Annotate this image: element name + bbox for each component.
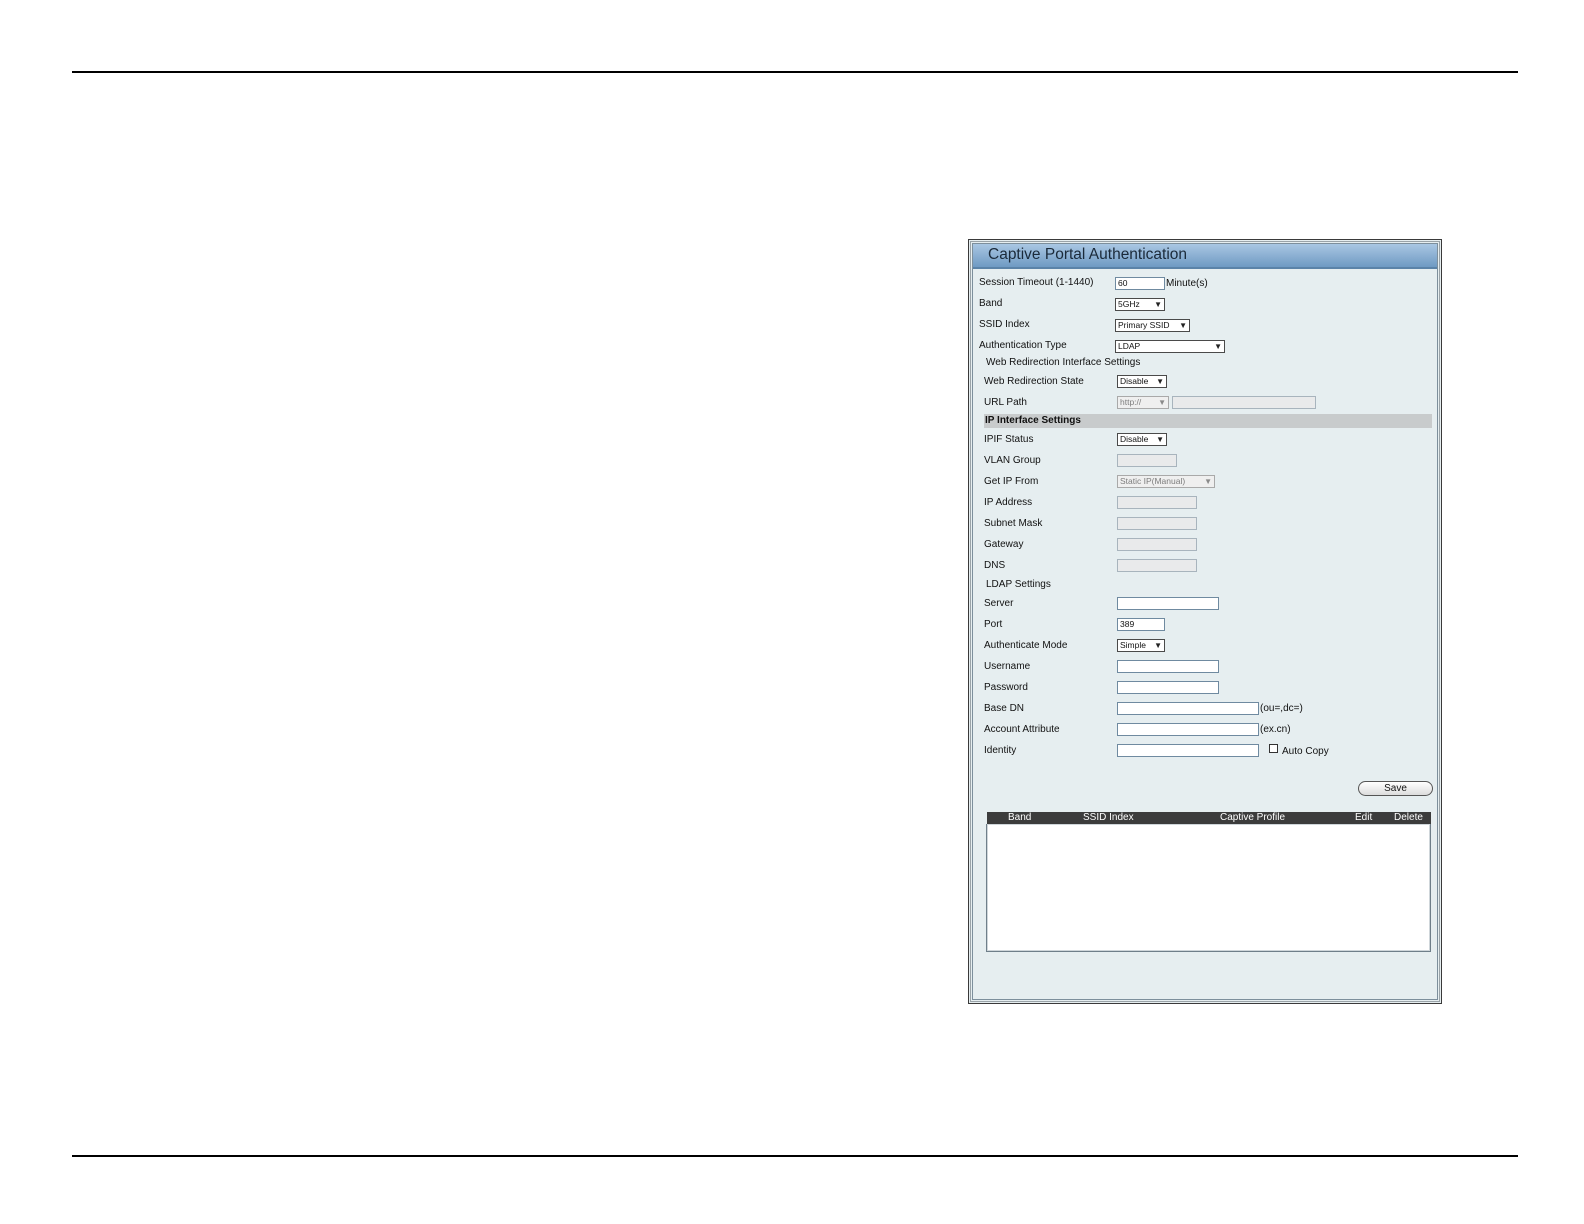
- auth-mode-select[interactable]: Simple ▼: [1117, 639, 1165, 652]
- server-label: Server: [984, 598, 1014, 609]
- web-redirection-section-title: Web Redirection Interface Settings: [986, 357, 1141, 368]
- chevron-down-icon: ▼: [1158, 398, 1166, 407]
- identity-label: Identity: [984, 745, 1017, 756]
- password-input[interactable]: [1117, 681, 1219, 694]
- chevron-down-icon: ▼: [1156, 377, 1164, 386]
- band-label: Band: [979, 298, 1003, 309]
- save-button[interactable]: Save: [1358, 781, 1433, 796]
- gateway-input[interactable]: [1117, 538, 1197, 551]
- column-header-delete: Delete: [1394, 812, 1423, 823]
- band-select-value: 5GHz: [1118, 299, 1140, 309]
- username-input[interactable]: [1117, 660, 1219, 673]
- ipif-status-select[interactable]: Disable ▼: [1117, 433, 1167, 446]
- port-label: Port: [984, 619, 1003, 630]
- base-dn-label: Base DN: [984, 703, 1025, 714]
- vlan-group-label: VLAN Group: [984, 455, 1041, 466]
- session-timeout-input[interactable]: 60: [1115, 277, 1165, 290]
- captive-portal-panel: Captive Portal Authentication Session Ti…: [968, 239, 1442, 1004]
- panel-title: Captive Portal Authentication: [988, 246, 1188, 263]
- ssid-index-label: SSID Index: [979, 319, 1030, 330]
- web-redirection-state-value: Disable: [1120, 376, 1149, 386]
- auth-type-select[interactable]: LDAP ▼: [1115, 340, 1225, 353]
- column-header-band: Band: [1008, 812, 1032, 823]
- ipif-status-value: Disable: [1120, 434, 1149, 444]
- chevron-down-icon: ▼: [1214, 342, 1222, 351]
- panel-body: Captive Portal Authentication Session Ti…: [972, 243, 1438, 1000]
- table-header: Band SSID Index Captive Profile Edit Del…: [987, 812, 1431, 824]
- url-path-protocol-value: http://: [1120, 397, 1142, 407]
- web-redirection-state-select[interactable]: Disable ▼: [1117, 375, 1167, 388]
- auth-type-select-value: LDAP: [1118, 341, 1141, 351]
- session-timeout-label: Session Timeout (1-1440): [979, 277, 1094, 288]
- auto-copy-label: Auto Copy: [1282, 746, 1329, 757]
- chevron-down-icon: ▼: [1156, 435, 1164, 444]
- bottom-rule: [72, 1155, 1518, 1157]
- vlan-group-input[interactable]: [1117, 454, 1177, 467]
- password-label: Password: [984, 682, 1028, 693]
- ssid-index-select-value: Primary SSID: [1118, 320, 1170, 330]
- gateway-label: Gateway: [984, 539, 1024, 550]
- username-label: Username: [984, 661, 1031, 672]
- url-path-protocol-select[interactable]: http:// ▼: [1117, 396, 1169, 409]
- subnet-mask-input[interactable]: [1117, 517, 1197, 530]
- get-ip-from-label: Get IP From: [984, 476, 1039, 487]
- base-dn-input[interactable]: [1117, 702, 1259, 715]
- column-header-edit: Edit: [1355, 812, 1373, 823]
- ip-interface-section-title: IP Interface Settings: [985, 415, 1081, 426]
- session-timeout-unit: Minute(s): [1166, 278, 1208, 289]
- server-input[interactable]: [1117, 597, 1219, 610]
- ldap-section-title: LDAP Settings: [986, 579, 1051, 590]
- identity-input[interactable]: [1117, 744, 1259, 757]
- subnet-mask-label: Subnet Mask: [984, 518, 1043, 529]
- get-ip-from-value: Static IP(Manual): [1120, 476, 1186, 486]
- url-path-input[interactable]: [1172, 396, 1316, 409]
- account-attribute-input[interactable]: [1117, 723, 1259, 736]
- column-header-captive-profile: Captive Profile: [1220, 812, 1286, 823]
- account-attribute-hint: (ex.cn): [1260, 724, 1291, 735]
- chevron-down-icon: ▼: [1179, 321, 1187, 330]
- ip-address-label: IP Address: [984, 497, 1033, 508]
- web-redirection-state-label: Web Redirection State: [984, 376, 1084, 387]
- get-ip-from-select[interactable]: Static IP(Manual) ▼: [1117, 475, 1215, 488]
- ssid-index-select[interactable]: Primary SSID ▼: [1115, 319, 1190, 332]
- dns-label: DNS: [984, 560, 1006, 571]
- auth-type-label: Authentication Type: [979, 340, 1067, 351]
- chevron-down-icon: ▼: [1154, 300, 1162, 309]
- auto-copy-checkbox[interactable]: [1269, 744, 1278, 753]
- column-header-ssid-index: SSID Index: [1083, 812, 1134, 823]
- auth-mode-value: Simple: [1120, 640, 1146, 650]
- chevron-down-icon: ▼: [1204, 477, 1212, 486]
- ip-address-input[interactable]: [1117, 496, 1197, 509]
- url-path-label: URL Path: [984, 397, 1027, 408]
- base-dn-hint: (ou=,dc=): [1260, 703, 1303, 714]
- chevron-down-icon: ▼: [1154, 641, 1162, 650]
- captive-profile-table-body: [986, 824, 1431, 952]
- band-select[interactable]: 5GHz ▼: [1115, 298, 1165, 311]
- auth-mode-label: Authenticate Mode: [984, 640, 1068, 651]
- port-input[interactable]: 389: [1117, 618, 1165, 631]
- ipif-status-label: IPIF Status: [984, 434, 1034, 445]
- top-rule: [72, 71, 1518, 73]
- account-attribute-label: Account Attribute: [984, 724, 1060, 735]
- dns-input[interactable]: [1117, 559, 1197, 572]
- panel-title-bar: Captive Portal Authentication: [973, 244, 1437, 269]
